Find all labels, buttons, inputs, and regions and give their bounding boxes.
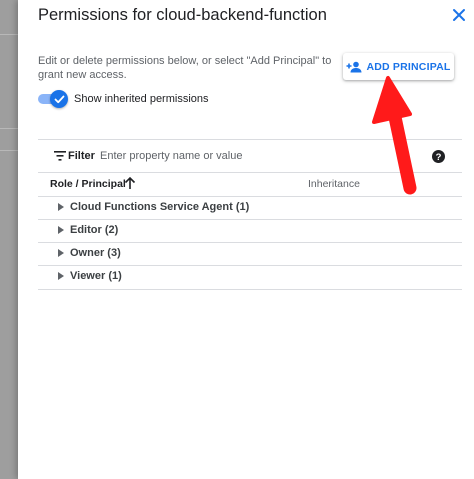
column-header-inheritance: Inheritance	[308, 178, 360, 190]
show-inherited-toggle[interactable]	[38, 90, 68, 108]
expand-caret-icon[interactable]	[58, 203, 64, 211]
help-icon[interactable]: ?	[432, 150, 445, 163]
dialog-title: Permissions for cloud-backend-function	[38, 6, 327, 24]
page-backdrop	[0, 0, 18, 479]
filter-top-divider	[38, 139, 462, 140]
backdrop-line	[0, 150, 18, 151]
role-label: Owner (3)	[70, 247, 121, 259]
expand-caret-icon[interactable]	[58, 249, 64, 257]
add-principal-button[interactable]: ADD PRINCIPAL	[343, 53, 454, 80]
table-row[interactable]: Cloud Functions Service Agent (1)	[38, 196, 462, 219]
show-inherited-label: Show inherited permissions	[74, 93, 209, 105]
role-label: Editor (2)	[70, 224, 119, 236]
sort-ascending-icon[interactable]	[124, 176, 136, 190]
table-row[interactable]: Editor (2)	[38, 219, 462, 242]
filter-input[interactable]	[100, 147, 420, 165]
filter-icon	[54, 151, 66, 161]
permissions-panel: Permissions for cloud-backend-function E…	[18, 0, 474, 479]
check-icon	[54, 95, 64, 103]
add-principal-label: ADD PRINCIPAL	[366, 60, 451, 73]
row-divider	[38, 289, 462, 290]
role-label: Viewer (1)	[70, 270, 122, 282]
table-row[interactable]: Owner (3)	[38, 242, 462, 265]
toggle-knob	[50, 90, 68, 108]
column-header-role[interactable]: Role / Principal	[50, 178, 126, 190]
expand-caret-icon[interactable]	[58, 272, 64, 280]
dialog-description: Edit or delete permissions below, or sel…	[38, 55, 332, 81]
svg-text:?: ?	[436, 152, 442, 163]
expand-caret-icon[interactable]	[58, 226, 64, 234]
close-icon[interactable]	[450, 6, 468, 24]
filter-label: Filter	[68, 150, 95, 162]
backdrop-line	[0, 128, 18, 129]
person-add-icon	[346, 61, 362, 72]
role-label: Cloud Functions Service Agent (1)	[70, 201, 250, 213]
table-row[interactable]: Viewer (1)	[38, 265, 462, 288]
backdrop-line	[0, 34, 18, 35]
table-header: Role / Principal Inheritance	[38, 172, 462, 196]
